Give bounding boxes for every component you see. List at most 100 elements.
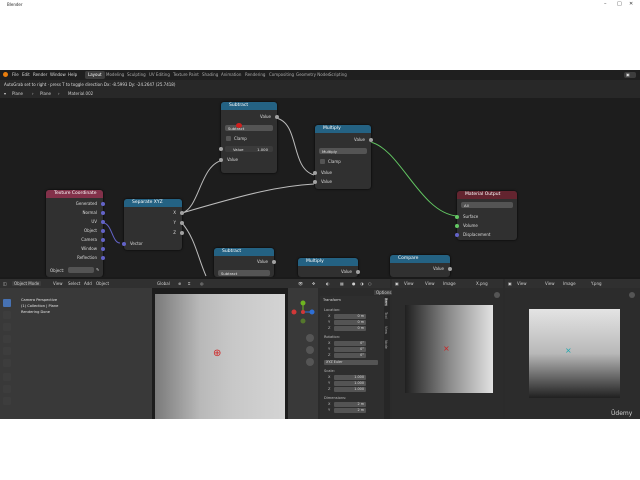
- output-socket[interactable]: [369, 138, 373, 142]
- output-socket[interactable]: [275, 115, 279, 119]
- input-socket[interactable]: [122, 242, 126, 246]
- output-socket[interactable]: [180, 211, 184, 215]
- output-socket[interactable]: [101, 256, 105, 260]
- rotation-z-field[interactable]: 0°: [334, 353, 366, 358]
- menu-add[interactable]: Add: [84, 281, 92, 286]
- menu-window[interactable]: Window: [50, 72, 66, 77]
- node-header[interactable]: Texture Coordinate: [46, 190, 103, 198]
- scene-selector[interactable]: ▣: [624, 72, 636, 78]
- menu-view[interactable]: View: [53, 281, 63, 286]
- output-socket[interactable]: [101, 238, 105, 242]
- tab-rendering[interactable]: Rendering: [242, 71, 268, 79]
- multiply-node[interactable]: Multiply Value Multiply Clamp Value Valu…: [313, 125, 373, 189]
- node-header[interactable]: Compare: [390, 255, 450, 263]
- close-icon[interactable]: ✕: [629, 1, 633, 7]
- input-socket[interactable]: [455, 215, 459, 219]
- operation-select[interactable]: Subtract: [225, 125, 273, 131]
- gizmo-icon[interactable]: ✥: [312, 281, 315, 286]
- view-mode-select[interactable]: View: [517, 281, 527, 286]
- tab-uv-editing[interactable]: UV Editing: [146, 71, 173, 79]
- proportional-edit-icon[interactable]: ◎: [200, 281, 204, 286]
- output-socket[interactable]: [180, 221, 184, 225]
- tab-animation[interactable]: Animation: [218, 71, 244, 79]
- transform-section-header[interactable]: Transform: [323, 298, 341, 302]
- editor-type-icon[interactable]: ◫: [3, 281, 7, 286]
- breadcrumb-object[interactable]: Plane: [12, 91, 23, 96]
- axis-gizmo-icon[interactable]: [291, 300, 315, 324]
- node-header[interactable]: Subtract: [221, 102, 277, 110]
- input-socket[interactable]: [455, 233, 459, 237]
- input-socket[interactable]: [313, 180, 317, 184]
- image-name[interactable]: X.png: [476, 281, 488, 286]
- location-z-field[interactable]: 0 m: [334, 326, 366, 331]
- tab-sculpting[interactable]: Sculpting: [124, 71, 149, 79]
- image-editor-2[interactable]: × Ûdemy: [505, 288, 640, 421]
- subtract-node[interactable]: Subtract Value Subtract Clamp Value 1.00…: [219, 102, 279, 173]
- menu-help[interactable]: Help: [68, 72, 77, 77]
- output-socket[interactable]: [272, 260, 276, 264]
- clamp-checkbox[interactable]: [226, 136, 231, 141]
- node-header[interactable]: Separate XYZ: [124, 199, 182, 207]
- menu-object[interactable]: Object: [96, 281, 109, 286]
- node-header[interactable]: Material Output: [457, 191, 517, 199]
- camera-view-icon[interactable]: [306, 358, 314, 366]
- measure-tool-icon[interactable]: [3, 385, 11, 393]
- menu-file[interactable]: File: [12, 72, 19, 77]
- breadcrumb-material[interactable]: Material.002: [68, 91, 93, 96]
- operation-select[interactable]: Subtract: [218, 270, 270, 276]
- zoom-icon[interactable]: [494, 292, 500, 298]
- blender-logo-icon[interactable]: [3, 72, 8, 77]
- tab-item[interactable]: Item: [384, 298, 388, 306]
- select-tool-icon[interactable]: [3, 299, 11, 307]
- menu-render[interactable]: Render: [33, 72, 47, 77]
- operation-select[interactable]: Multiply: [319, 148, 367, 154]
- value-field[interactable]: Value 1.000: [225, 146, 273, 152]
- output-socket[interactable]: [101, 211, 105, 215]
- editor-type-icon[interactable]: ▣: [395, 281, 399, 286]
- material-output-node[interactable]: Material Output All Surface Volume Displ…: [455, 191, 517, 240]
- menu-select[interactable]: Select: [68, 281, 80, 286]
- xray-icon[interactable]: ▦: [340, 281, 344, 286]
- input-socket[interactable]: [313, 171, 317, 175]
- menu-image[interactable]: Image: [563, 281, 576, 286]
- rotate-tool-icon[interactable]: [3, 335, 11, 343]
- input-socket[interactable]: [219, 158, 223, 162]
- tab-tool[interactable]: Tool: [384, 312, 388, 319]
- visibility-icon[interactable]: 👁: [298, 281, 303, 286]
- cursor-tool-icon[interactable]: [3, 311, 11, 319]
- shading-solid-icon[interactable]: ●: [352, 281, 356, 286]
- output-socket[interactable]: [101, 247, 105, 251]
- location-y-field[interactable]: 0 m: [334, 320, 366, 325]
- node-editor[interactable]: Subtract Value Subtract Clamp Value 1.00…: [0, 98, 640, 277]
- pivot-icon[interactable]: ⊕: [178, 281, 181, 286]
- breadcrumb-mesh[interactable]: Plane: [40, 91, 51, 96]
- annotate-tool-icon[interactable]: [3, 373, 11, 381]
- editor-type-icon[interactable]: ▣: [508, 281, 512, 286]
- zoom-icon[interactable]: [306, 334, 314, 342]
- output-socket[interactable]: [180, 231, 184, 235]
- separate-xyz-node[interactable]: Separate XYZ X Y Z Vector: [122, 199, 184, 250]
- node-header[interactable]: Subtract: [214, 248, 274, 256]
- scale-x-field[interactable]: 1.000: [334, 375, 366, 380]
- output-socket[interactable]: [101, 220, 105, 224]
- scale-tool-icon[interactable]: [3, 347, 11, 355]
- dimensions-y-field[interactable]: 2 m: [334, 408, 366, 413]
- output-socket[interactable]: [101, 229, 105, 233]
- mode-select[interactable]: Object Mode: [12, 281, 42, 286]
- rotation-x-field[interactable]: 0°: [334, 341, 366, 346]
- tab-scripting[interactable]: Scripting: [326, 71, 350, 79]
- transform-space-select[interactable]: Global: [157, 281, 170, 286]
- overlay-icon[interactable]: ◐: [326, 281, 330, 286]
- output-socket[interactable]: [101, 202, 105, 206]
- snap-icon[interactable]: ⌗: [188, 281, 190, 286]
- texture-coordinate-node[interactable]: Texture Coordinate Generated Normal UV O…: [46, 190, 105, 277]
- rotation-y-field[interactable]: 0°: [334, 347, 366, 352]
- add-cube-tool-icon[interactable]: [3, 397, 11, 405]
- object-field[interactable]: [68, 267, 94, 273]
- menu-image[interactable]: Image: [443, 281, 456, 286]
- tab-node[interactable]: Node: [384, 340, 388, 349]
- view-mode-select[interactable]: View: [404, 281, 414, 286]
- tab-view[interactable]: View: [384, 326, 388, 334]
- menu-view[interactable]: View: [425, 281, 435, 286]
- shading-material-icon[interactable]: ◑: [360, 281, 364, 286]
